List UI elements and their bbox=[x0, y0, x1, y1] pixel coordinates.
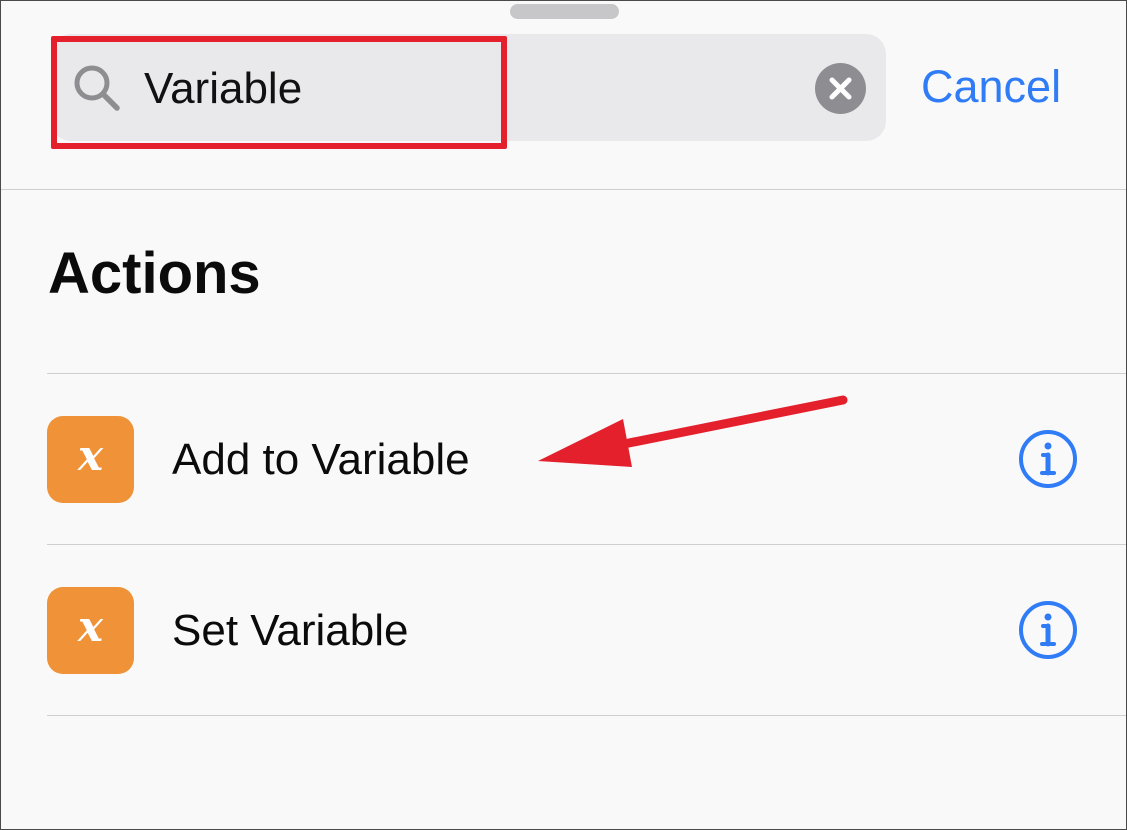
header-divider bbox=[1, 189, 1126, 190]
search-highlight-annotation bbox=[51, 36, 507, 149]
section-title-actions: Actions bbox=[48, 241, 261, 306]
info-icon[interactable] bbox=[1018, 429, 1078, 489]
action-label: Add to Variable bbox=[172, 435, 470, 484]
action-search-sheet: Variable Cancel Actions x Add to Variabl… bbox=[0, 0, 1127, 830]
close-circle-icon bbox=[829, 77, 852, 100]
cancel-button[interactable]: Cancel bbox=[921, 59, 1061, 115]
sheet-grabber[interactable] bbox=[510, 4, 619, 19]
variable-icon: x bbox=[47, 416, 134, 503]
clear-search-button[interactable] bbox=[815, 63, 866, 114]
info-icon[interactable] bbox=[1018, 600, 1078, 660]
action-row-set-variable[interactable]: x Set Variable bbox=[1, 545, 1126, 716]
action-row-add-to-variable[interactable]: x Add to Variable bbox=[1, 374, 1126, 545]
action-label: Set Variable bbox=[172, 606, 409, 655]
list-divider bbox=[47, 715, 1126, 716]
variable-icon: x bbox=[47, 587, 134, 674]
